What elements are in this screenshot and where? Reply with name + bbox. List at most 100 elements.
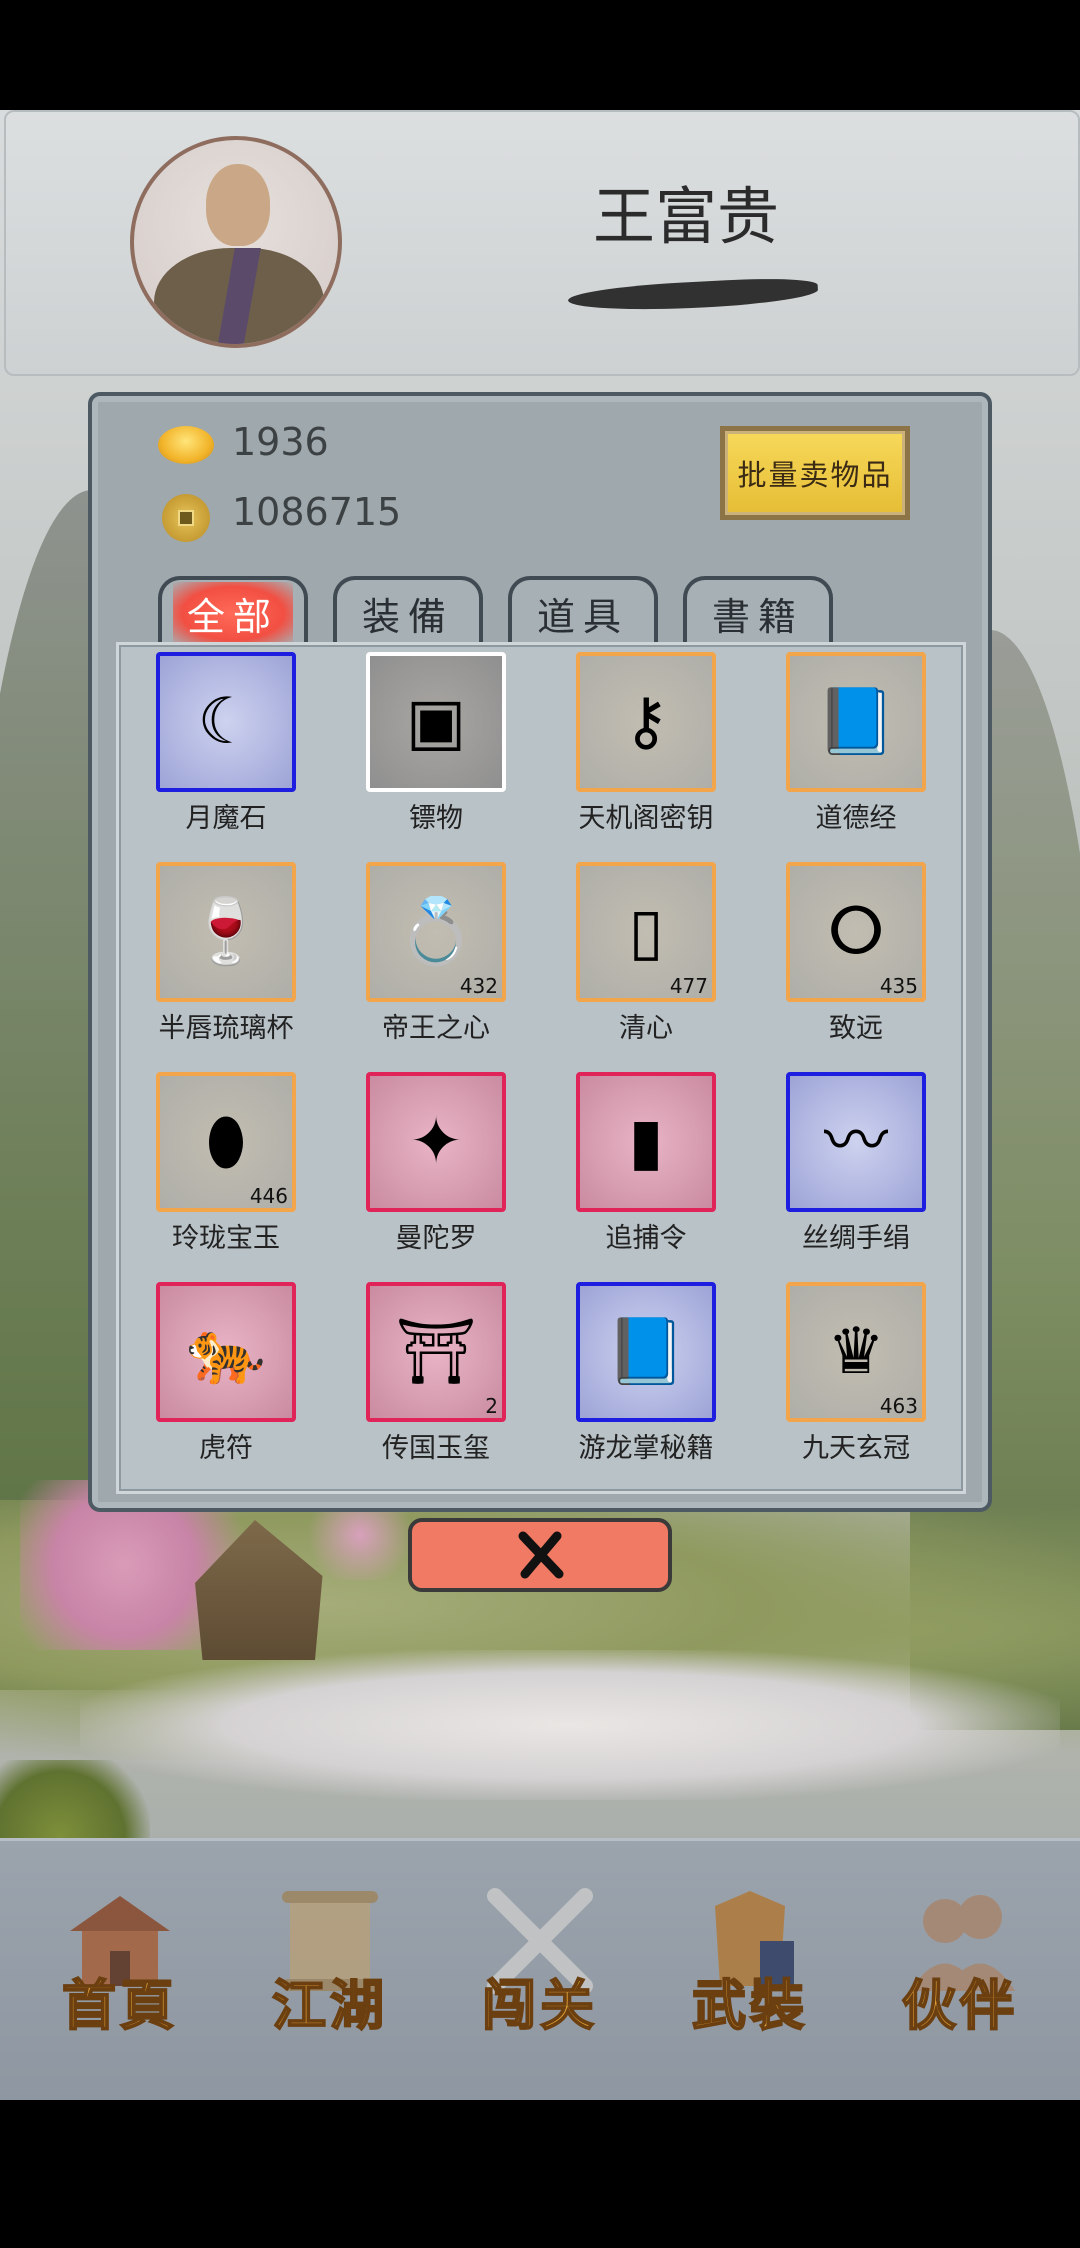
- inventory-item[interactable]: 🐅 虎符: [156, 1282, 296, 1482]
- nav-label: 武裝: [691, 1972, 808, 2038]
- inventory-grid: ☾ 月魔石 ▣ 镖物 ⚷ 天机阁密钥 📘 道德经 🍷 半唇琉璃杯 💍 432 帝王之心 ▯ 477 清心 ⵔ 43…: [116, 642, 966, 1494]
- ink-brush-stroke: [567, 275, 819, 315]
- ring-icon: 💍: [396, 895, 476, 969]
- token-icon: ▮: [628, 1105, 664, 1179]
- item-slot[interactable]: ⵔ 435: [786, 862, 926, 1002]
- item-name: 镖物: [409, 803, 463, 834]
- inventory-item[interactable]: 🍷 半唇琉璃杯: [156, 862, 296, 1062]
- item-name: 月魔石: [185, 803, 267, 834]
- inventory-item[interactable]: ⚷ 天机阁密钥: [576, 652, 716, 852]
- inventory-item[interactable]: ⛩ 2 传国玉玺: [366, 1282, 506, 1482]
- item-quantity: 446: [249, 1184, 288, 1208]
- crown-icon: ♛: [827, 1315, 885, 1389]
- inventory-panel: 1936 1086715 批量卖物品 全部 装備 道具 書籍 ☾ 月魔石 ▣ 镖物 ⚷ 天…: [88, 392, 992, 1512]
- imperial-seal-icon: ⛩: [395, 1315, 477, 1389]
- item-name: 帝王之心: [382, 1013, 490, 1044]
- gold-amount: 1936: [232, 420, 329, 464]
- bottom-navigation: 首頁 江湖 闯关 武裝 伙伴: [0, 1838, 1080, 2100]
- item-name: 天机阁密钥: [578, 803, 714, 834]
- item-name: 致远: [829, 1013, 883, 1044]
- nav-label: 闯关: [481, 1972, 598, 2038]
- tab-items[interactable]: 道具: [508, 576, 658, 646]
- inventory-item[interactable]: ⵔ 435 致远: [786, 862, 926, 1062]
- tab-label: 道具: [536, 594, 629, 639]
- tab-books[interactable]: 書籍: [683, 576, 833, 646]
- avatar-head: [206, 164, 270, 246]
- crescent-moon-icon: ☾: [197, 685, 255, 759]
- crate-icon: ▣: [405, 685, 467, 759]
- nav-jianghu[interactable]: 江湖: [240, 1881, 420, 2051]
- item-quantity: 432: [459, 974, 498, 998]
- inventory-item[interactable]: ♛ 463 九天玄冠: [786, 1282, 926, 1482]
- background-river: [80, 1650, 1060, 1800]
- item-name: 传国玉玺: [382, 1433, 490, 1464]
- item-name: 游龙掌秘籍: [578, 1433, 714, 1464]
- inventory-item[interactable]: 💍 432 帝王之心: [366, 862, 506, 1062]
- item-slot[interactable]: 📘: [786, 652, 926, 792]
- nav-label: 伙伴: [901, 1972, 1018, 2038]
- inventory-item[interactable]: ☾ 月魔石: [156, 652, 296, 852]
- gold-ingot-icon: [158, 426, 214, 464]
- tab-label: 装備: [361, 594, 454, 639]
- item-slot[interactable]: ⛩ 2: [366, 1282, 506, 1422]
- copper-coin-icon: [162, 494, 210, 542]
- item-name: 追捕令: [605, 1223, 687, 1254]
- item-slot[interactable]: 🐅: [156, 1282, 296, 1422]
- inventory-item[interactable]: 📘 道德经: [786, 652, 926, 852]
- jade-icon: ⬮: [205, 1105, 247, 1179]
- item-slot[interactable]: ▣: [366, 652, 506, 792]
- inventory-item[interactable]: 〰丝绸手绢: [786, 1072, 926, 1272]
- inventory-item[interactable]: ▯ 477 清心: [576, 862, 716, 1062]
- item-quantity: 435: [879, 974, 918, 998]
- item-slot[interactable]: ☾: [156, 652, 296, 792]
- item-name: 半唇琉璃杯: [158, 1013, 294, 1044]
- player-name: 王富贵: [592, 180, 779, 253]
- tab-label: 書籍: [711, 594, 804, 639]
- item-slot[interactable]: 〰: [786, 1072, 926, 1212]
- item-name: 道德经: [815, 803, 897, 834]
- item-name: 丝绸手绢: [802, 1223, 910, 1254]
- silk-icon: 〰: [824, 1105, 888, 1179]
- goblet-icon: 🍷: [186, 895, 266, 969]
- item-slot[interactable]: ✦: [366, 1072, 506, 1212]
- tab-all[interactable]: 全部: [158, 576, 308, 646]
- key-icon: ⚷: [622, 685, 670, 759]
- item-name: 九天玄冠: [802, 1433, 910, 1464]
- inventory-item[interactable]: ✦ 曼陀罗: [366, 1072, 506, 1272]
- item-slot[interactable]: ♛ 463: [786, 1282, 926, 1422]
- nav-label: 首頁: [61, 1972, 178, 2038]
- jade-bracelet-icon: ▯: [628, 895, 664, 969]
- tab-equipment[interactable]: 装備: [333, 576, 483, 646]
- book-icon: 📘: [816, 685, 896, 759]
- item-name: 玲珑宝玉: [172, 1223, 280, 1254]
- tiger-tally-icon: 🐅: [186, 1315, 266, 1389]
- nav-companions[interactable]: 伙伴: [870, 1881, 1050, 2051]
- tab-label: 全部: [172, 581, 293, 645]
- inventory-item[interactable]: ▣ 镖物: [366, 652, 506, 852]
- nav-home[interactable]: 首頁: [30, 1881, 210, 2051]
- item-slot[interactable]: ▯ 477: [576, 862, 716, 1002]
- inventory-item[interactable]: ▮ 追捕令: [576, 1072, 716, 1272]
- nav-equipment[interactable]: 武裝: [660, 1881, 840, 2051]
- player-avatar[interactable]: [130, 136, 342, 348]
- bulk-sell-button[interactable]: 批量卖物品: [720, 426, 910, 520]
- inventory-item[interactable]: 📘 游龙掌秘籍: [576, 1282, 716, 1482]
- coin-amount: 1086715: [232, 490, 402, 534]
- item-slot[interactable]: ⚷: [576, 652, 716, 792]
- pendant-icon: ⵔ: [827, 895, 885, 969]
- book-icon: 📘: [606, 1315, 686, 1389]
- flower-icon: ✦: [409, 1105, 463, 1179]
- inventory-item[interactable]: ⬮ 446 玲珑宝玉: [156, 1072, 296, 1272]
- item-slot[interactable]: 📘: [576, 1282, 716, 1422]
- item-slot[interactable]: 💍 432: [366, 862, 506, 1002]
- item-slot[interactable]: ⬮ 446: [156, 1072, 296, 1212]
- item-slot[interactable]: 🍷: [156, 862, 296, 1002]
- item-quantity: 463: [879, 1394, 918, 1418]
- player-header: 王富贵: [4, 110, 1080, 376]
- item-name: 曼陀罗: [395, 1223, 477, 1254]
- close-button[interactable]: [408, 1518, 672, 1592]
- item-quantity: 477: [669, 974, 708, 998]
- nav-challenge[interactable]: 闯关: [450, 1881, 630, 2051]
- item-slot[interactable]: ▮: [576, 1072, 716, 1212]
- close-icon: [518, 1531, 564, 1579]
